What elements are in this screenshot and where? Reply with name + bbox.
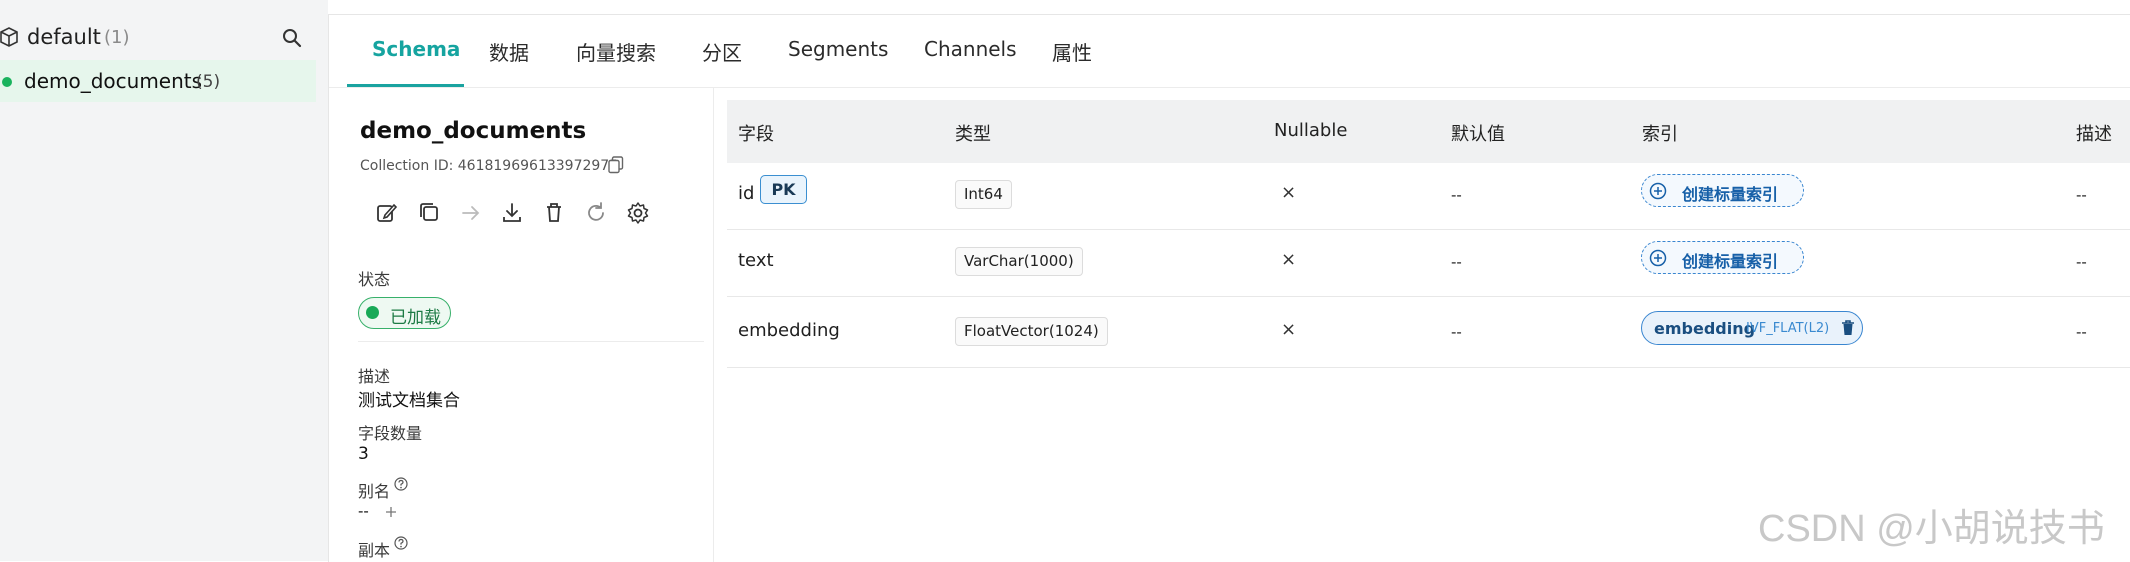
description-value: -- (2076, 323, 2087, 341)
field-name: id (738, 183, 755, 204)
field-type: VarChar(1000) (955, 247, 1083, 276)
vector-index-pill[interactable]: embedding IVF_FLAT(L2) (1641, 311, 1863, 345)
table-row: text VarChar(1000) × -- 创建标量索引 -- (727, 230, 2130, 297)
collection-item-demo-documents[interactable]: demo_documents (5) (0, 60, 316, 102)
description-value: -- (2076, 186, 2087, 204)
status-dot (366, 306, 379, 319)
alias-label: 别名 (358, 482, 391, 501)
collection-details: demo_documents Collection ID: 4618196961… (329, 88, 714, 562)
collection-title: demo_documents (360, 118, 587, 144)
tab-channels[interactable]: Channels (924, 37, 1017, 61)
tab-schema[interactable]: Schema (372, 37, 460, 61)
create-scalar-index-button[interactable]: 创建标量索引 (1641, 174, 1804, 207)
status-badge: 已加载 (358, 297, 451, 329)
copy-icon[interactable] (608, 156, 624, 174)
search-icon[interactable] (281, 27, 303, 49)
duplicate-icon[interactable] (416, 200, 442, 226)
field-type: FloatVector(1024) (955, 317, 1108, 346)
tab-partitions[interactable]: 分区 (702, 37, 742, 66)
header-description: 描述 (2076, 124, 2112, 145)
alias-value: -- (358, 502, 369, 520)
tab-properties[interactable]: 属性 (1052, 37, 1092, 66)
nullable-value: × (1281, 249, 1297, 270)
plus-circle-icon (1649, 249, 1667, 267)
replica-label: 副本 (358, 541, 391, 560)
help-icon[interactable] (394, 536, 408, 550)
tab-bar: Schema 数据 向量搜索 分区 Segments Channels 属性 (329, 15, 2130, 88)
create-index-label: 创建标量索引 (1682, 185, 1779, 204)
plus-circle-icon (1649, 182, 1667, 200)
description-value: -- (2076, 253, 2087, 271)
add-alias-icon[interactable] (384, 505, 398, 519)
main-panel: Schema 数据 向量搜索 分区 Segments Channels 属性 d… (328, 14, 2130, 562)
description-label: 描述 (358, 367, 391, 386)
delete-index-icon[interactable] (1840, 319, 1856, 337)
active-tab-indicator (347, 84, 464, 87)
help-icon[interactable] (394, 477, 408, 491)
header-type: 类型 (955, 124, 991, 145)
header-default: 默认值 (1451, 124, 1505, 145)
field-name: text (738, 250, 774, 271)
sidebar: default (1) demo_documents (5) (0, 0, 328, 561)
header-nullable: Nullable (1274, 120, 1348, 141)
index-type: IVF_FLAT(L2) (1746, 321, 1830, 336)
table-header: 字段 类型 Nullable 默认值 索引 描述 (727, 100, 2130, 163)
nullable-value: × (1281, 182, 1297, 203)
collection-count: (5) (196, 72, 221, 92)
field-type: Int64 (955, 180, 1012, 209)
tab-segments[interactable]: Segments (788, 37, 888, 61)
collection-name: demo_documents (24, 69, 203, 93)
primary-key-tag: PK (760, 175, 807, 204)
refresh-icon[interactable] (583, 200, 609, 226)
table-row: embedding FloatVector(1024) × -- embeddi… (727, 297, 2130, 368)
watermark: CSDN @小胡说技书 (1758, 508, 2105, 550)
default-value: -- (1451, 186, 1462, 204)
index-name: embedding (1654, 319, 1756, 338)
description-value: 测试文档集合 (358, 391, 460, 411)
header-field: 字段 (738, 124, 774, 145)
table-row: id PK Int64 × -- 创建标量索引 -- (727, 163, 2130, 230)
field-count-value: 3 (358, 444, 369, 464)
header-index: 索引 (1642, 124, 1678, 145)
database-item-default[interactable]: default (1) (0, 22, 310, 54)
create-index-label: 创建标量索引 (1682, 252, 1779, 271)
tab-data[interactable]: 数据 (489, 37, 529, 66)
status-label: 状态 (358, 270, 391, 289)
create-scalar-index-button[interactable]: 创建标量索引 (1641, 241, 1804, 274)
database-cube-icon (0, 27, 18, 47)
arrow-right-icon[interactable] (458, 200, 484, 226)
status-value: 已加载 (390, 308, 441, 328)
trash-icon[interactable] (541, 200, 567, 226)
collection-id: Collection ID: 461819696133972975 (360, 158, 619, 174)
database-name: default (27, 25, 101, 49)
default-value: -- (1451, 253, 1462, 271)
nullable-value: × (1281, 319, 1297, 340)
edit-icon[interactable] (374, 200, 400, 226)
tab-vector-search[interactable]: 向量搜索 (576, 37, 656, 66)
collection-loaded-dot (2, 77, 12, 87)
default-value: -- (1451, 323, 1462, 341)
field-count-label: 字段数量 (358, 424, 423, 443)
field-name: embedding (738, 320, 840, 341)
divider (358, 341, 704, 342)
settings-gear-icon[interactable] (625, 200, 651, 226)
database-count: (1) (104, 27, 130, 48)
download-icon[interactable] (499, 200, 525, 226)
